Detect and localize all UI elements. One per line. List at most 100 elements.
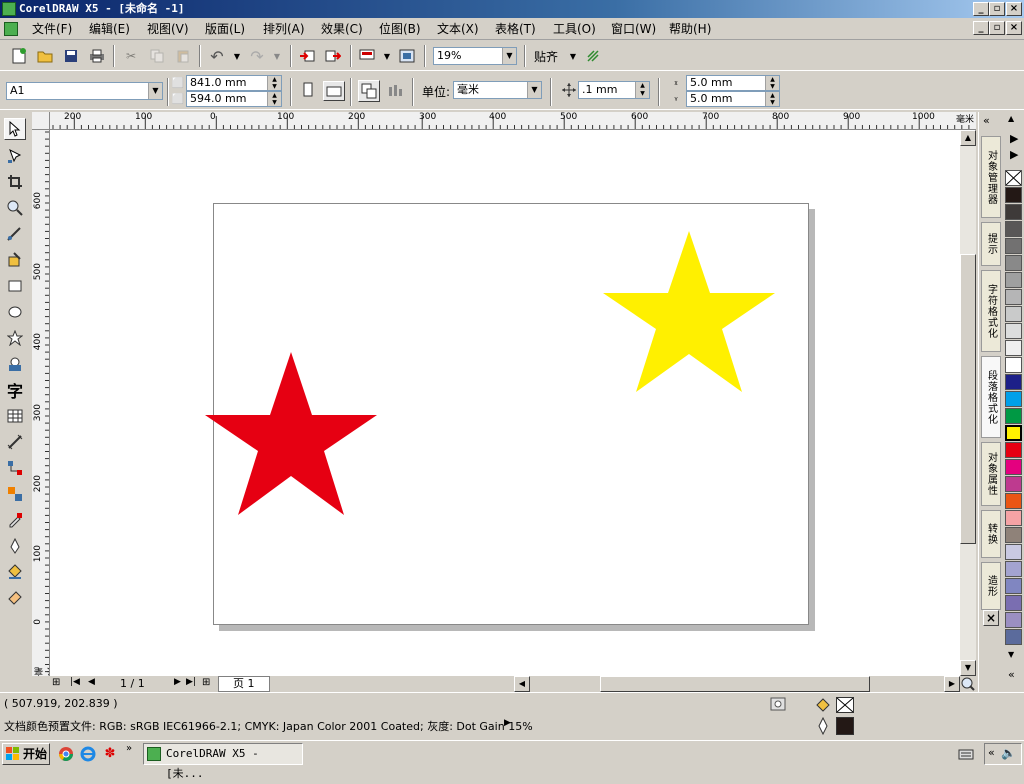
color-swatch[interactable]	[1005, 425, 1022, 441]
color-swatch[interactable]	[1005, 544, 1022, 560]
docker-tab-transformations[interactable]: 转换	[981, 510, 1001, 558]
color-swatch[interactable]	[1005, 476, 1022, 492]
docker-tab-shaping[interactable]: 造形	[981, 562, 1001, 610]
interactive-fill-tool-icon[interactable]	[4, 587, 26, 609]
chevron-down-icon[interactable]: ▼	[502, 48, 516, 64]
palette-scroll-up-icon[interactable]: ▲	[1008, 114, 1014, 123]
docker-tab-object-manager[interactable]: 对象管理器	[981, 136, 1001, 218]
color-swatch[interactable]	[1005, 340, 1022, 356]
menu-view[interactable]: 视图(V)	[147, 21, 189, 37]
copy-icon[interactable]	[148, 47, 166, 65]
scroll-down-icon[interactable]: ▼	[960, 660, 976, 676]
undo-icon[interactable]: ↶	[208, 47, 226, 66]
menu-text[interactable]: 文本(X)	[437, 21, 479, 37]
tray-expand-icon[interactable]: «	[988, 746, 995, 759]
ruler-origin[interactable]	[32, 112, 50, 130]
fill-tool-icon[interactable]	[4, 561, 26, 583]
nudge-distance-input[interactable]: .1 mm ▲ ▼	[578, 81, 650, 99]
docker-tab-object-properties[interactable]: 对象属性	[981, 442, 1001, 506]
cut-icon[interactable]: ✂	[122, 47, 140, 65]
snap-to-label[interactable]: 贴齐	[534, 48, 558, 65]
add-page-before-icon[interactable]: ⊞	[52, 677, 66, 691]
color-swatch[interactable]	[1005, 238, 1022, 254]
paste-icon[interactable]	[174, 47, 192, 65]
color-swatch[interactable]	[1005, 357, 1022, 373]
vertical-scroll-thumb[interactable]	[960, 254, 976, 544]
spinner-icon[interactable]: ▲ ▼	[765, 92, 779, 106]
profile-expand-icon[interactable]: ▶	[504, 718, 511, 728]
doc-minimize-button[interactable]: _	[973, 21, 989, 35]
basic-shapes-tool-icon[interactable]	[4, 353, 26, 375]
doc-restore-button[interactable]: ▫	[989, 21, 1005, 35]
menu-help[interactable]: 帮助(H)	[669, 21, 711, 37]
chevron-down-icon[interactable]: ▼	[527, 82, 541, 98]
vertical-ruler[interactable]: 600 500 400 300 200 100 0 毫米	[32, 130, 50, 676]
units-select[interactable]: 毫米 ▼	[453, 81, 542, 99]
color-swatch[interactable]	[1005, 374, 1022, 390]
duplicate-y-input[interactable]: 5.0 mm ▲ ▼	[686, 91, 780, 107]
scroll-right-icon[interactable]: ▶	[944, 676, 960, 692]
text-tool-icon[interactable]: 字	[4, 379, 26, 401]
vertical-scrollbar[interactable]: ▲ ▼	[960, 130, 976, 676]
close-button[interactable]: ×	[1006, 2, 1022, 16]
spinner-icon[interactable]: ▲ ▼	[765, 76, 779, 90]
coreldraw-app-icon[interactable]	[2, 2, 16, 16]
color-swatch[interactable]	[1005, 612, 1022, 628]
color-swatch[interactable]	[1005, 323, 1022, 339]
new-document-icon[interactable]	[10, 47, 28, 65]
color-swatch[interactable]	[1005, 255, 1022, 271]
color-swatch[interactable]	[1005, 629, 1022, 645]
export-icon[interactable]	[324, 47, 342, 65]
no-color-swatch[interactable]	[1005, 170, 1022, 186]
menu-table[interactable]: 表格(T)	[495, 21, 536, 37]
color-swatch[interactable]	[1005, 527, 1022, 543]
color-swatch[interactable]	[1005, 204, 1022, 220]
all-pages-icon[interactable]	[358, 80, 380, 102]
undo-dropdown-icon[interactable]: ▼	[228, 47, 246, 65]
save-icon[interactable]	[62, 47, 80, 65]
color-swatch[interactable]	[1005, 289, 1022, 305]
page-tab-1[interactable]: 页 1	[218, 676, 270, 692]
chrome-quicklaunch-icon[interactable]	[58, 746, 74, 762]
docker-tab-paragraph-formatting[interactable]: 段落格式化	[981, 356, 1001, 438]
color-swatch[interactable]	[1005, 459, 1022, 475]
options-icon[interactable]	[584, 47, 602, 65]
redo-dropdown-icon[interactable]: ▼	[268, 47, 286, 65]
crop-tool-icon[interactable]	[4, 171, 26, 193]
launcher-dropdown-icon[interactable]: ▼	[378, 47, 396, 65]
paper-size-select[interactable]: A1 ▼	[6, 82, 163, 100]
page-width-input[interactable]: 841.0 mm ▲ ▼	[186, 75, 282, 91]
color-swatch[interactable]	[1005, 272, 1022, 288]
palette-expand-icon[interactable]: «	[1008, 668, 1015, 681]
first-page-icon[interactable]: |◀	[70, 677, 80, 687]
red-star-shape[interactable]	[205, 352, 377, 515]
application-launcher-icon[interactable]	[358, 47, 376, 65]
landscape-icon[interactable]	[323, 81, 345, 101]
outline-pen-tool-icon[interactable]	[4, 535, 26, 557]
snap-dropdown-icon[interactable]: ▼	[564, 47, 582, 65]
welcome-screen-icon[interactable]	[398, 47, 416, 65]
yellow-star-shape[interactable]	[603, 231, 775, 392]
horizontal-scroll-thumb[interactable]	[600, 676, 870, 692]
palette-scroll-down-icon[interactable]: ▼	[1008, 650, 1014, 659]
polygon-tool-icon[interactable]	[4, 327, 26, 349]
portrait-icon[interactable]	[299, 81, 317, 99]
color-swatch[interactable]	[1005, 510, 1022, 526]
color-swatch[interactable]	[1005, 595, 1022, 611]
close-docker-icon[interactable]: ×	[983, 610, 999, 626]
spinner-icon[interactable]: ▲ ▼	[267, 76, 281, 90]
palette-menu-icon[interactable]: ▶	[1010, 148, 1018, 161]
color-swatch[interactable]	[1005, 578, 1022, 594]
menu-window[interactable]: 窗口(W)	[611, 21, 656, 37]
snapshot-icon[interactable]	[770, 697, 786, 711]
color-swatch[interactable]	[1005, 187, 1022, 203]
volume-icon[interactable]: 🔈	[1001, 746, 1016, 760]
menu-effects[interactable]: 效果(C)	[321, 21, 363, 37]
fill-none-swatch[interactable]	[836, 697, 854, 713]
doc-close-button[interactable]: ×	[1006, 21, 1022, 35]
redo-icon[interactable]: ↷	[248, 47, 266, 66]
spinner-icon[interactable]: ▲ ▼	[267, 92, 281, 106]
dimension-tool-icon[interactable]	[4, 431, 26, 453]
taskbar-button-coreldraw[interactable]: CorelDRAW X5 - [未...	[143, 743, 303, 780]
color-profile-info[interactable]: 文档颜色预置文件: RGB: sRGB IEC61966-2.1; CMYK: …	[4, 718, 533, 734]
